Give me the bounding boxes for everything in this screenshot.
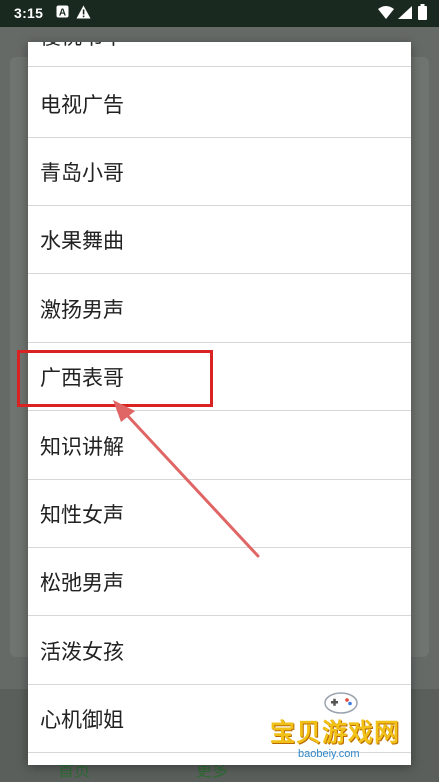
list-item-label: 傻桃书中 (40, 42, 124, 51)
list-item[interactable]: 电视广告 (28, 71, 411, 138)
list-item-label: 青岛小哥 (40, 161, 124, 185)
list-item-label: 松弛男声 (40, 571, 124, 595)
list-item-label: 激扬男声 (40, 298, 124, 322)
status-bar: 3:15 A (0, 0, 439, 27)
watermark: 宝贝游戏网 baobeiy.com (262, 690, 432, 778)
list-item[interactable]: 活泼女孩 (28, 618, 411, 685)
watermark-title: 宝贝游戏网 (270, 718, 401, 747)
status-time: 3:15 (14, 5, 44, 21)
battery-icon (418, 4, 427, 23)
list-item-label: 电视广告 (40, 93, 124, 117)
signal-icon (398, 6, 412, 22)
warning-icon (76, 5, 91, 22)
wifi-icon (378, 6, 394, 22)
list-item-label: 知识讲解 (40, 435, 124, 459)
highlight-annotation-box (17, 350, 213, 407)
list-item[interactable]: 激扬男声 (28, 276, 411, 343)
list-item-label: 心机御姐 (40, 708, 124, 732)
list-item[interactable]: 青岛小哥 (28, 139, 411, 206)
list-item[interactable]: 松弛男声 (28, 549, 411, 616)
list-item[interactable]: 知识讲解 (28, 413, 411, 480)
list-item[interactable]: 傻桃书中 (28, 42, 411, 67)
list-item[interactable]: 水果舞曲 (28, 207, 411, 274)
list-item-label: 知性女声 (40, 503, 124, 527)
list-item-label: 水果舞曲 (40, 229, 124, 253)
list-item[interactable]: 知性女声 (28, 481, 411, 548)
list-item-label: 活泼女孩 (40, 640, 124, 664)
watermark-url: baobeiy.com (298, 748, 360, 760)
notification-a-icon: A (56, 5, 69, 21)
svg-text:A: A (59, 8, 66, 19)
